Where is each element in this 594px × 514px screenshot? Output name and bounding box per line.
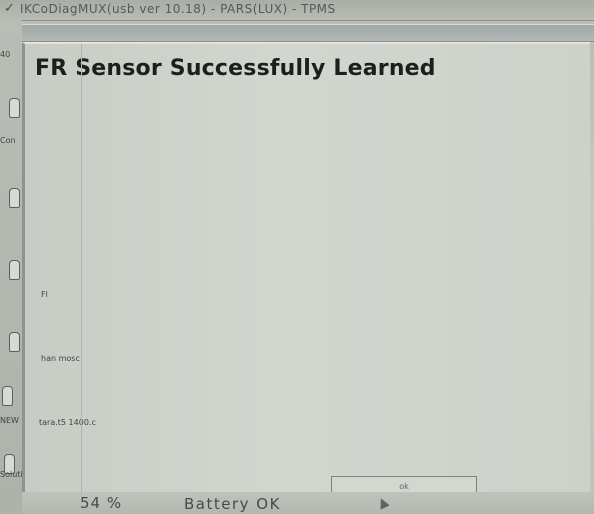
- file-icon[interactable]: [9, 98, 20, 118]
- battery-status: Battery OK: [184, 495, 281, 513]
- check-icon[interactable]: ✓: [4, 1, 15, 16]
- desktop-strip: 40 Con NEW 2.1 Solution Agent: [0, 20, 59, 514]
- battery-percent: 54 %: [80, 494, 123, 512]
- screen: ✓ IKCoDiagMUX(usb ver 10.18) - PARS(LUX)…: [0, 0, 594, 514]
- file-icon[interactable]: [9, 188, 20, 208]
- file-icon[interactable]: [9, 332, 20, 352]
- status-bar: 54 % Battery OK: [22, 492, 594, 514]
- desktop-label: Fl: [41, 290, 48, 299]
- dialog-content-area: [81, 44, 590, 514]
- message-dialog: FR Sensor Successfully Learned Fl han mo…: [22, 42, 590, 514]
- window-title-bar[interactable]: ✓ IKCoDiagMUX(usb ver 10.18) - PARS(LUX)…: [0, 0, 594, 21]
- desktop-label: han mosc: [41, 354, 80, 363]
- file-icon[interactable]: [9, 260, 20, 280]
- window-menu-bar: [22, 24, 594, 42]
- window-title: IKCoDiagMUX(usb ver 10.18) - PARS(LUX) -…: [20, 2, 336, 16]
- desktop-label: Con: [0, 136, 16, 145]
- file-icon[interactable]: [2, 386, 13, 406]
- desktop-label: 40: [0, 50, 11, 59]
